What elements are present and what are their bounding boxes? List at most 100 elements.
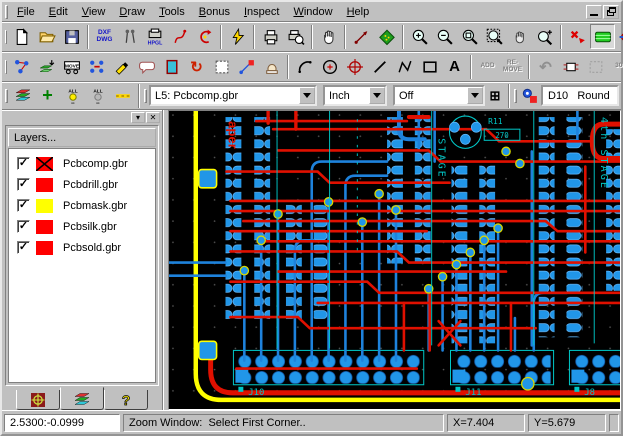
highlight-pad-button[interactable] bbox=[615, 24, 623, 49]
draw-arc-button[interactable] bbox=[292, 54, 317, 79]
add-layer-button[interactable]: + bbox=[35, 83, 60, 108]
print-preview-button[interactable] bbox=[283, 24, 308, 49]
all-layers-on-button[interactable]: ALL ∞ bbox=[60, 83, 85, 108]
vector-endpoint-icon bbox=[238, 59, 254, 74]
measure-button[interactable] bbox=[349, 24, 374, 49]
zoom-in-button[interactable] bbox=[407, 24, 432, 49]
layer-combo-dropdown[interactable] bbox=[299, 87, 315, 104]
all-layers-off-button[interactable]: ALL ∞ bbox=[85, 83, 110, 108]
restore-button[interactable] bbox=[603, 4, 619, 19]
photoplot-button[interactable] bbox=[225, 24, 250, 49]
tab-help[interactable]: ? bbox=[104, 390, 148, 410]
dcode-grip[interactable] bbox=[514, 88, 517, 103]
layer-row-pcbsilk[interactable]: ✓ Pcbsilk.gbr bbox=[11, 216, 153, 237]
menu-help[interactable]: Help bbox=[340, 4, 377, 20]
hpgl-output-button[interactable]: HPGL bbox=[142, 24, 167, 49]
select-area-button[interactable] bbox=[209, 54, 234, 79]
delete-dcode-button[interactable] bbox=[565, 24, 590, 49]
layer-color-swatch[interactable] bbox=[36, 240, 53, 255]
dxf-dwg-import-button[interactable]: DXF DWG bbox=[92, 24, 117, 49]
trace-width-button[interactable] bbox=[110, 83, 135, 108]
mode-combo-dropdown[interactable] bbox=[467, 87, 483, 104]
target-button[interactable] bbox=[342, 54, 367, 79]
layer-combo[interactable]: L5: Pcbcomp.gbr bbox=[149, 85, 317, 106]
new-file-button[interactable] bbox=[9, 24, 34, 49]
tab-layers[interactable] bbox=[60, 387, 104, 410]
zoom-extents-button[interactable] bbox=[482, 24, 507, 49]
pcb-canvas[interactable]: R11 270 STAGE 4th STAGE J10 J11 J8 aper bbox=[169, 111, 620, 409]
zoom-window-button[interactable] bbox=[457, 24, 482, 49]
layers-title-button[interactable]: Layers... bbox=[8, 128, 156, 147]
layer-checkbox[interactable]: ✓ bbox=[17, 178, 30, 191]
panel-menu-button[interactable]: ▾ bbox=[131, 111, 145, 123]
layer-row-pcbsold[interactable]: ✓ Pcbsold.gbr bbox=[11, 237, 153, 258]
draw-text-button[interactable]: A bbox=[442, 54, 467, 79]
remove-button[interactable]: RE- MOVE bbox=[500, 54, 525, 79]
rotate-button[interactable]: ↻ bbox=[184, 54, 209, 79]
layer-color-swatch[interactable] bbox=[36, 219, 53, 234]
tab-navigator[interactable] bbox=[16, 390, 60, 410]
balloon-shape-button[interactable] bbox=[134, 54, 159, 79]
component-button[interactable] bbox=[558, 54, 583, 79]
layers-visibility-button[interactable] bbox=[590, 24, 615, 49]
layer-color-swatch[interactable] bbox=[36, 156, 53, 171]
units-combo-dropdown[interactable] bbox=[369, 87, 385, 104]
loop-trace-button[interactable] bbox=[192, 24, 217, 49]
menu-tools[interactable]: Tools bbox=[152, 4, 192, 20]
layer-stack-button[interactable] bbox=[10, 83, 35, 108]
toolbar2-grip[interactable] bbox=[5, 59, 7, 74]
grid-settings-button[interactable]: ⊞ bbox=[485, 83, 505, 108]
undo-button[interactable]: ↶ bbox=[533, 54, 558, 79]
layer-row-pcbcomp[interactable]: ✓ Pcbcomp.gbr bbox=[11, 153, 153, 174]
units-combo[interactable]: Inch bbox=[323, 85, 387, 106]
stamp-button[interactable] bbox=[259, 54, 284, 79]
aperture-list-button[interactable] bbox=[117, 24, 142, 49]
move-button[interactable]: MOVE bbox=[59, 54, 84, 79]
draw-circle-button[interactable] bbox=[317, 54, 342, 79]
layer-checkbox[interactable]: ✓ bbox=[17, 157, 30, 170]
toolbar3-grip[interactable] bbox=[5, 88, 8, 103]
board-view-button[interactable] bbox=[374, 24, 399, 49]
draw-rect-button[interactable] bbox=[417, 54, 442, 79]
wire-tool-button[interactable] bbox=[167, 24, 192, 49]
panel-close-button[interactable]: ✕ bbox=[146, 111, 160, 123]
menu-window[interactable]: Window bbox=[286, 4, 339, 20]
layer-color-swatch[interactable] bbox=[36, 177, 53, 192]
vector-button[interactable] bbox=[234, 54, 259, 79]
menubar-grip[interactable] bbox=[5, 4, 8, 19]
save-button[interactable] bbox=[59, 24, 84, 49]
menu-inspect[interactable]: Inspect bbox=[237, 4, 286, 20]
pan-button[interactable] bbox=[316, 24, 341, 49]
layer-row-pcbdrill[interactable]: ✓ Pcbdrill.gbr bbox=[11, 174, 153, 195]
copy-layer-button[interactable] bbox=[34, 54, 59, 79]
num-300-button[interactable]: 300 bbox=[608, 54, 623, 79]
menu-file[interactable]: File bbox=[10, 4, 42, 20]
select-net-button[interactable] bbox=[9, 54, 34, 79]
add-button[interactable]: ADD bbox=[475, 54, 500, 79]
minimize-button[interactable] bbox=[586, 4, 602, 19]
marker-button[interactable] bbox=[109, 54, 134, 79]
draw-polyline-button[interactable] bbox=[392, 54, 417, 79]
open-file-button[interactable] bbox=[34, 24, 59, 49]
layer-color-swatch[interactable] bbox=[36, 198, 53, 213]
align-points-button[interactable] bbox=[84, 54, 109, 79]
zoom-dcode-button[interactable] bbox=[532, 24, 557, 49]
menu-edit[interactable]: Edit bbox=[42, 4, 75, 20]
menu-view[interactable]: View bbox=[75, 4, 113, 20]
layer-checkbox[interactable]: ✓ bbox=[17, 199, 30, 212]
zoom-out-button[interactable] bbox=[432, 24, 457, 49]
print-button[interactable] bbox=[258, 24, 283, 49]
draw-line-button[interactable] bbox=[367, 54, 392, 79]
coordinate-entry[interactable]: 2.5300:-0.0999 bbox=[4, 413, 120, 432]
filled-rect-button[interactable] bbox=[159, 54, 184, 79]
mode-combo[interactable]: Off bbox=[393, 85, 485, 106]
menu-draw[interactable]: Draw bbox=[112, 4, 152, 20]
menu-bonus[interactable]: Bonus bbox=[192, 4, 237, 20]
toolbar1-grip[interactable] bbox=[5, 29, 7, 44]
layer-row-pcbmask[interactable]: ✓ Pcbmask.gbr bbox=[11, 195, 153, 216]
select-gray-button[interactable] bbox=[583, 54, 608, 79]
combo-grip[interactable] bbox=[144, 88, 147, 103]
layer-checkbox[interactable]: ✓ bbox=[17, 220, 30, 233]
pan-view-button[interactable] bbox=[507, 24, 532, 49]
layer-checkbox[interactable]: ✓ bbox=[17, 241, 30, 254]
